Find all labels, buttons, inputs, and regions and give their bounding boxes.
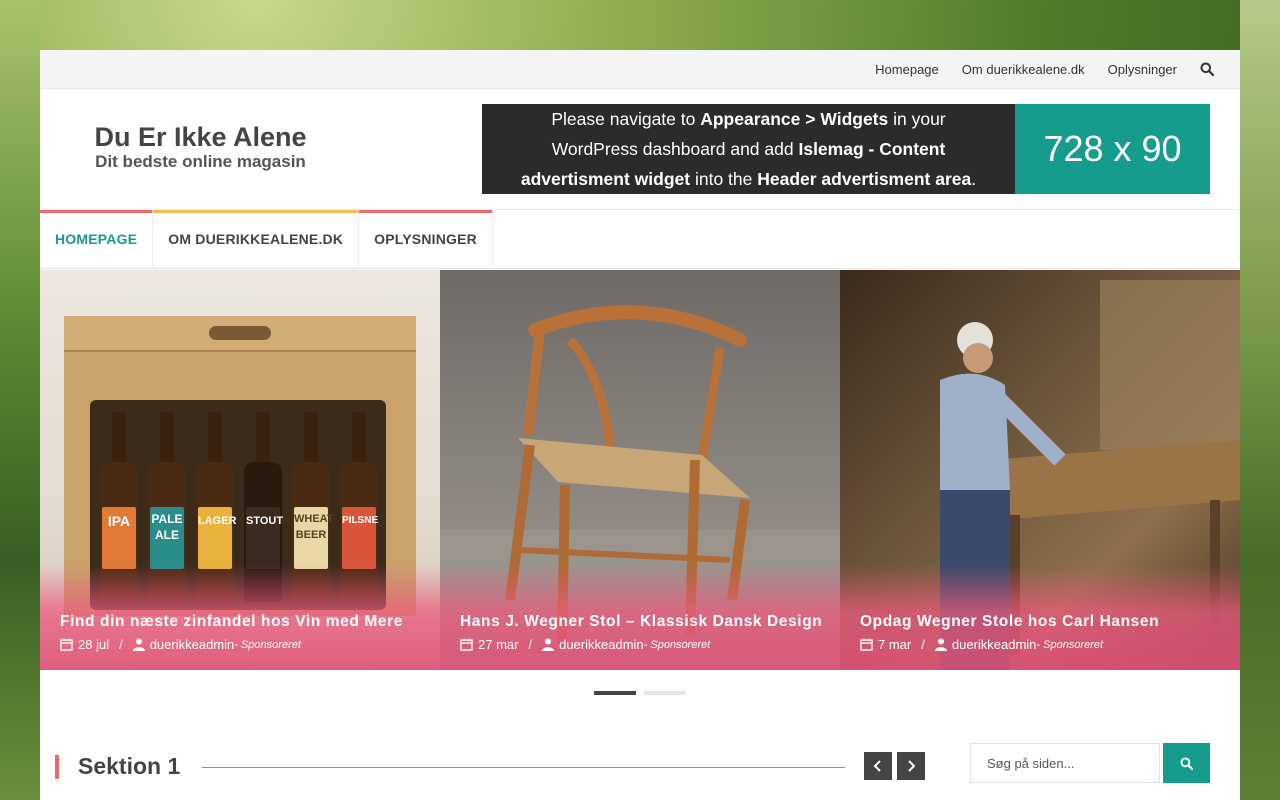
nav-item-homepage[interactable]: HOMEPAGE bbox=[40, 210, 154, 268]
slider-pagination bbox=[594, 691, 686, 695]
top-bar: Homepage Om duerikkealene.dk Oplysninger bbox=[40, 50, 1240, 89]
slide-title[interactable]: Hans J. Wegner Stol – Klassisk Dansk Des… bbox=[460, 613, 830, 631]
slide-author[interactable]: duerikkeadmin bbox=[952, 637, 1037, 652]
section-nav-arrows bbox=[864, 752, 925, 780]
user-icon bbox=[132, 638, 145, 651]
ad-size-label: 728 x 90 bbox=[1015, 104, 1210, 194]
nav-item-oplysninger[interactable]: OPLYSNINGER bbox=[359, 210, 493, 268]
site-tagline: Dit bedste online magasin bbox=[95, 152, 306, 171]
chevron-right-icon bbox=[908, 760, 916, 772]
ad-text: Please navigate to Appearance > Widgets … bbox=[482, 104, 1015, 194]
prev-arrow-button[interactable] bbox=[864, 752, 892, 780]
sidebar-search bbox=[970, 743, 1210, 783]
sponsored-label: - Sponsoreret bbox=[643, 638, 711, 651]
slide-2[interactable]: Hans J. Wegner Stol – Klassisk Dansk Des… bbox=[440, 270, 840, 670]
sidebar-search-input[interactable] bbox=[970, 743, 1160, 783]
slide-date: 7 mar bbox=[878, 637, 912, 652]
slide-date: 27 mar bbox=[478, 637, 519, 652]
calendar-icon bbox=[60, 638, 73, 651]
calendar-icon bbox=[860, 638, 873, 651]
slide-2-caption: Hans J. Wegner Stol – Klassisk Dansk Des… bbox=[460, 613, 830, 652]
topbar-link-oplysninger[interactable]: Oplysninger bbox=[1108, 62, 1177, 77]
slide-1[interactable]: IPA PALE ALE LAGER STOUT WHEAT BEER PILS… bbox=[40, 270, 440, 670]
main-nav: HOMEPAGE OM DUERIKKEALENE.DK OPLYSNINGER bbox=[40, 210, 1240, 269]
sidebar-search-button[interactable] bbox=[1163, 743, 1210, 783]
search-icon[interactable] bbox=[1200, 62, 1214, 76]
user-icon bbox=[934, 638, 947, 651]
next-arrow-button[interactable] bbox=[897, 752, 925, 780]
background-left bbox=[0, 0, 40, 800]
search-icon bbox=[1180, 756, 1193, 770]
nav-item-om[interactable]: OM DUERIKKEALENE.DK bbox=[153, 210, 360, 268]
topbar-link-om[interactable]: Om duerikkealene.dk bbox=[962, 62, 1085, 77]
slider-dot-1[interactable] bbox=[594, 691, 636, 695]
chevron-left-icon bbox=[873, 760, 881, 772]
sponsored-label: - Sponsoreret bbox=[234, 638, 301, 651]
slide-3[interactable]: Opdag Wegner Stole hos Carl Hansen 7 mar… bbox=[840, 270, 1240, 670]
slider-dot-2[interactable] bbox=[644, 691, 686, 695]
section-header: Sektion 1 bbox=[55, 753, 845, 779]
site-header: Du Er Ikke Alene Dit bedste online magas… bbox=[40, 89, 1240, 210]
slide-author[interactable]: duerikkeadmin bbox=[559, 637, 644, 652]
slide-1-caption: Find din næste zinfandel hos Vin med Mer… bbox=[60, 613, 430, 652]
slide-author[interactable]: duerikkeadmin bbox=[150, 637, 235, 652]
sponsored-label: - Sponsoreret bbox=[1036, 638, 1104, 651]
slide-title[interactable]: Find din næste zinfandel hos Vin med Mer… bbox=[60, 613, 430, 631]
section-title: Sektion 1 bbox=[78, 753, 181, 779]
featured-slider: IPA PALE ALE LAGER STOUT WHEAT BEER PILS… bbox=[40, 270, 1240, 670]
calendar-icon bbox=[460, 638, 473, 651]
user-icon bbox=[542, 638, 555, 651]
slide-title[interactable]: Opdag Wegner Stole hos Carl Hansen bbox=[860, 613, 1230, 631]
topbar-link-homepage[interactable]: Homepage bbox=[875, 62, 939, 77]
header-ad-banner[interactable]: Please navigate to Appearance > Widgets … bbox=[482, 104, 1210, 194]
site-container: Homepage Om duerikkealene.dk Oplysninger… bbox=[40, 50, 1240, 800]
slide-3-caption: Opdag Wegner Stole hos Carl Hansen 7 mar… bbox=[860, 613, 1230, 652]
site-title[interactable]: Du Er Ikke Alene bbox=[88, 122, 313, 152]
slide-date: 28 jul bbox=[78, 637, 110, 652]
background-right bbox=[1240, 0, 1280, 800]
site-brand[interactable]: Du Er Ikke Alene Dit bedste online magas… bbox=[88, 122, 313, 172]
